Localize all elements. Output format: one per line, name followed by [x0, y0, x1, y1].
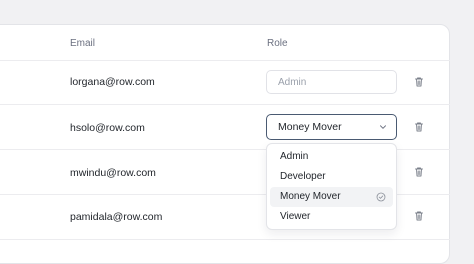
chevron-down-icon	[380, 125, 386, 129]
trash-icon[interactable]	[413, 166, 425, 178]
trash-icon[interactable]	[413, 121, 425, 133]
email-cell: lorgana@row.com	[70, 76, 155, 88]
dropdown-option-money-mover[interactable]: Money Mover	[270, 187, 393, 207]
trash-icon[interactable]	[413, 76, 425, 88]
header-divider	[0, 60, 450, 61]
dropdown-option-label: Money Mover	[280, 191, 341, 202]
email-cell: hsolo@row.com	[70, 122, 145, 134]
trash-icon[interactable]	[413, 210, 425, 222]
dropdown-option-developer[interactable]: Developer	[270, 167, 393, 187]
role-selected-value: Money Mover	[278, 121, 342, 133]
role-select-input[interactable]: Admin	[266, 70, 397, 94]
column-header-email: Email	[70, 38, 96, 49]
role-placeholder: Admin	[278, 76, 307, 88]
column-header-role: Role	[267, 38, 288, 49]
email-cell: mwindu@row.com	[70, 167, 156, 179]
row-divider	[0, 104, 450, 105]
email-cell: pamidala@row.com	[70, 211, 163, 223]
dropdown-option-admin[interactable]: Admin	[270, 147, 393, 167]
role-select-dropdown[interactable]: Money Mover	[266, 114, 397, 140]
check-circle-icon	[376, 192, 386, 202]
role-dropdown-menu: Admin Developer Money Mover Viewer	[266, 143, 397, 230]
row-divider	[0, 239, 450, 240]
dropdown-option-viewer[interactable]: Viewer	[270, 207, 393, 227]
